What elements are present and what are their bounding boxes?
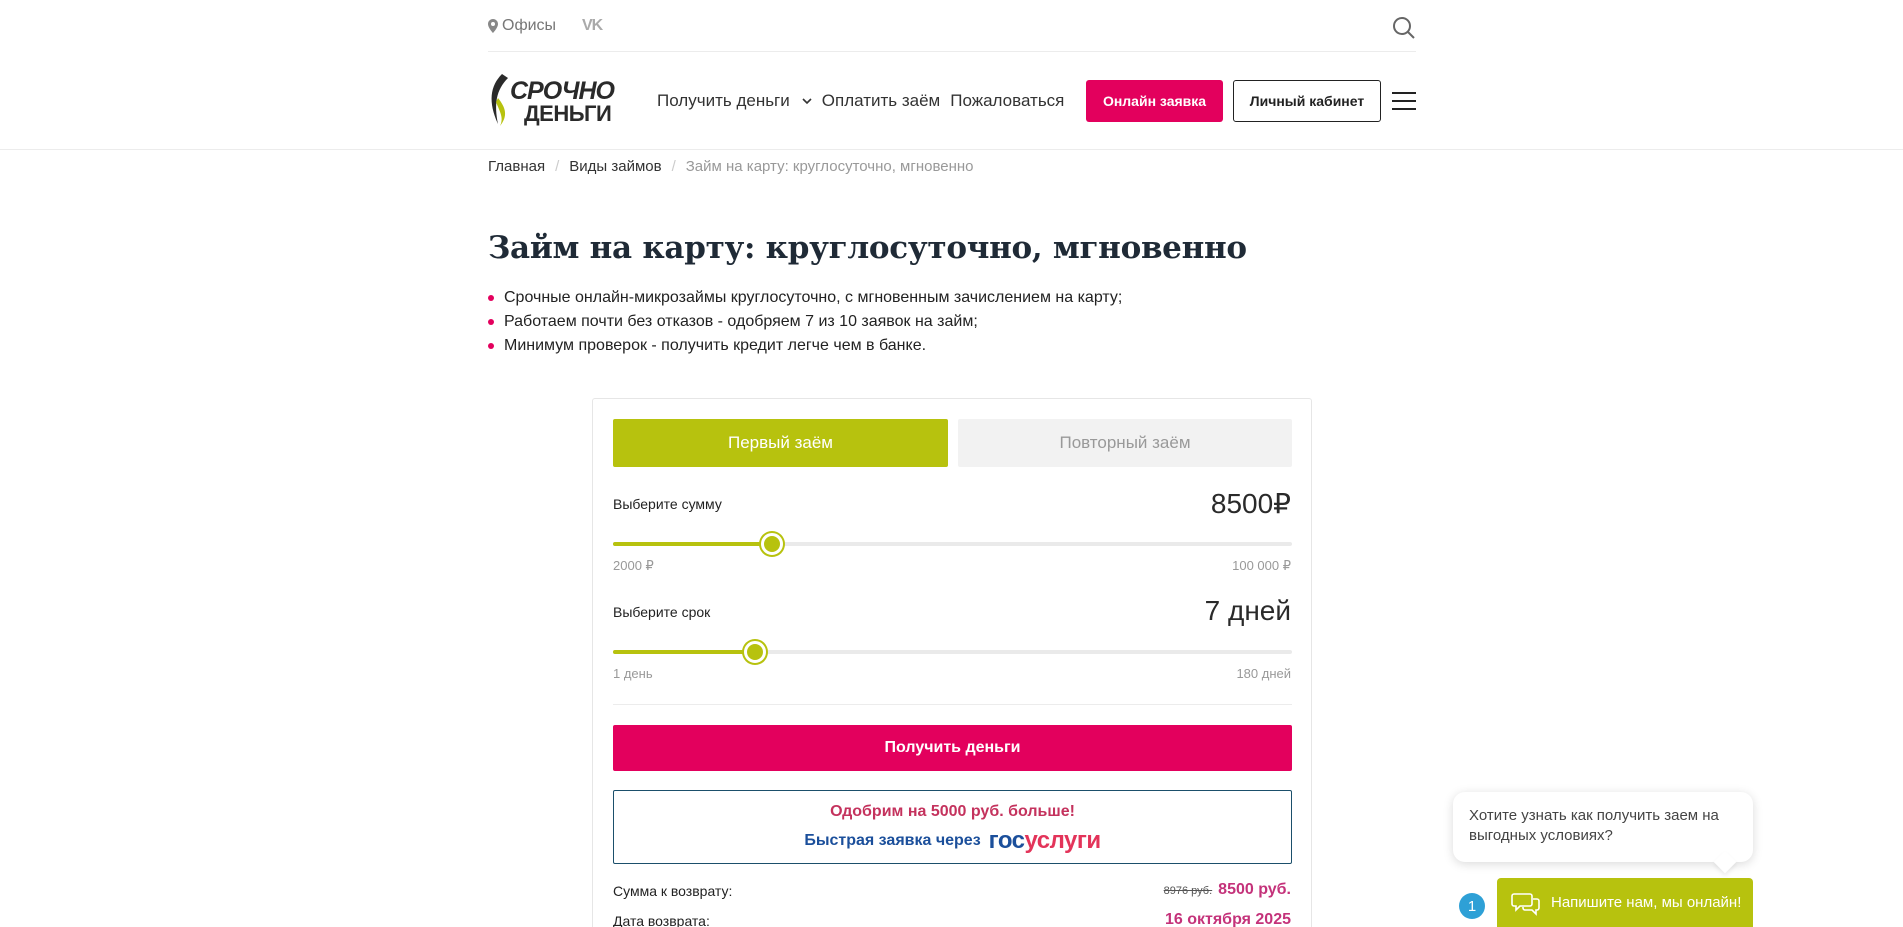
sum-slider[interactable]	[613, 533, 1292, 555]
breadcrumb-current: Займ на карту: круглосуточно, мгновенно	[685, 158, 974, 175]
breadcrumb: Главная / Виды займов / Займ на карту: к…	[488, 158, 974, 175]
term-min-label: 1 день	[613, 666, 653, 681]
nav-pay-loan[interactable]: Оплатить заём	[822, 91, 940, 111]
breadcrumb-separator: /	[555, 158, 560, 175]
sum-value: 8500₽	[1210, 488, 1291, 519]
nav-pay-loan-label: Оплатить заём	[821, 91, 941, 110]
page-title: Займ на карту: круглосуточно, мгновенно	[488, 230, 1247, 266]
gosuslugi-logo-part1: гос	[988, 827, 1025, 854]
gosuslugi-promo-text: Одобрим на 5000 руб. больше!	[830, 803, 1075, 820]
chat-button-label: Напишите нам, мы онлайн!	[1551, 894, 1742, 911]
chat-open-button[interactable]: Напишите нам, мы онлайн!	[1497, 878, 1753, 927]
return-date-values: 16 октября 2025	[1165, 911, 1291, 927]
term-slider-fill	[613, 650, 756, 654]
return-sum-label: Сумма к возврату:	[613, 883, 733, 899]
term-max-label: 180 дней	[1236, 666, 1291, 681]
divider	[613, 704, 1292, 705]
breadcrumb-section[interactable]: Виды займов	[569, 158, 661, 175]
return-date-label: Дата возврата:	[613, 913, 710, 927]
list-item: Работаем почти без отказов - одобряем 7 …	[488, 312, 1122, 336]
nav-complain[interactable]: Пожаловаться	[950, 91, 1064, 111]
new-price: 8500 руб.	[1218, 881, 1291, 898]
tab-repeat-loan[interactable]: Повторный заём	[958, 419, 1292, 467]
benefits-list: Срочные онлайн-микрозаймы круглосуточно,…	[488, 288, 1122, 360]
nav-complain-label: Пожаловаться	[950, 91, 1065, 110]
chat-notification-badge: 1	[1459, 893, 1485, 919]
breadcrumb-separator: /	[671, 158, 676, 175]
gosuslugi-logo-part2: услуги	[1024, 827, 1102, 854]
old-price: 8976 руб.	[1163, 885, 1213, 897]
gosuslugi-apply-box[interactable]: Одобрим на 5000 руб. больше! Быстрая зая…	[613, 790, 1292, 864]
tab-first-loan[interactable]: Первый заём	[613, 419, 948, 467]
sum-slider-handle[interactable]	[761, 533, 784, 555]
top-bar: Офисы VK	[488, 0, 1416, 52]
main-header: СРОЧНО ДЕНЬГИ Получить деньги Оплатить з…	[0, 52, 1903, 150]
location-pin-icon	[488, 19, 498, 33]
gosuslugi-logo: госуслуги	[988, 827, 1102, 855]
sum-max-label: 100 000 ₽	[1232, 558, 1291, 573]
gosuslugi-fast-text: Быстрая заявка через	[804, 832, 981, 849]
term-slider-handle[interactable]	[744, 641, 767, 663]
main-nav: Получить деньги Оплатить заём Пожаловать…	[657, 91, 1064, 111]
chat-bubbles-icon	[1511, 892, 1540, 916]
offices-link[interactable]: Офисы	[488, 17, 556, 35]
nav-get-money[interactable]: Получить деньги	[657, 91, 812, 111]
menu-icon[interactable]	[1392, 91, 1416, 111]
return-sum-values: 8976 руб. 8500 руб.	[1164, 881, 1291, 899]
sum-slider-fill	[613, 542, 773, 546]
offices-label: Офисы	[502, 17, 557, 34]
chevron-down-icon	[802, 98, 812, 105]
breadcrumb-home[interactable]: Главная	[488, 158, 545, 175]
term-value: 7 дней	[1204, 595, 1291, 626]
search-icon[interactable]	[1392, 16, 1416, 40]
gosuslugi-line: Быстрая заявка через госуслуги	[614, 827, 1291, 855]
term-label: Выберите срок	[613, 604, 711, 620]
sum-min-label: 2000 ₽	[613, 558, 654, 573]
nav-get-money-label: Получить деньги	[657, 91, 790, 110]
online-apply-button[interactable]: Онлайн заявка	[1086, 80, 1223, 122]
loan-calculator: Первый заём Повторный заём Выберите сумм…	[592, 398, 1312, 927]
return-date-value: 16 октября 2025	[1164, 911, 1291, 927]
vk-icon[interactable]: VK	[582, 17, 603, 35]
list-item: Срочные онлайн-микрозаймы круглосуточно,…	[488, 288, 1122, 312]
chat-prompt-bubble[interactable]: Хотите узнать как получить заем на выгод…	[1453, 792, 1753, 862]
list-item: Минимум проверок - получить кредит легче…	[488, 336, 1122, 360]
logo-line2: ДЕНЬГИ	[524, 101, 612, 126]
personal-cabinet-button[interactable]: Личный кабинет	[1233, 80, 1381, 122]
term-slider[interactable]	[613, 641, 1292, 663]
get-money-button[interactable]: Получить деньги	[613, 725, 1292, 771]
sum-label: Выберите сумму	[613, 496, 722, 512]
site-logo[interactable]: СРОЧНО ДЕНЬГИ	[488, 72, 628, 128]
